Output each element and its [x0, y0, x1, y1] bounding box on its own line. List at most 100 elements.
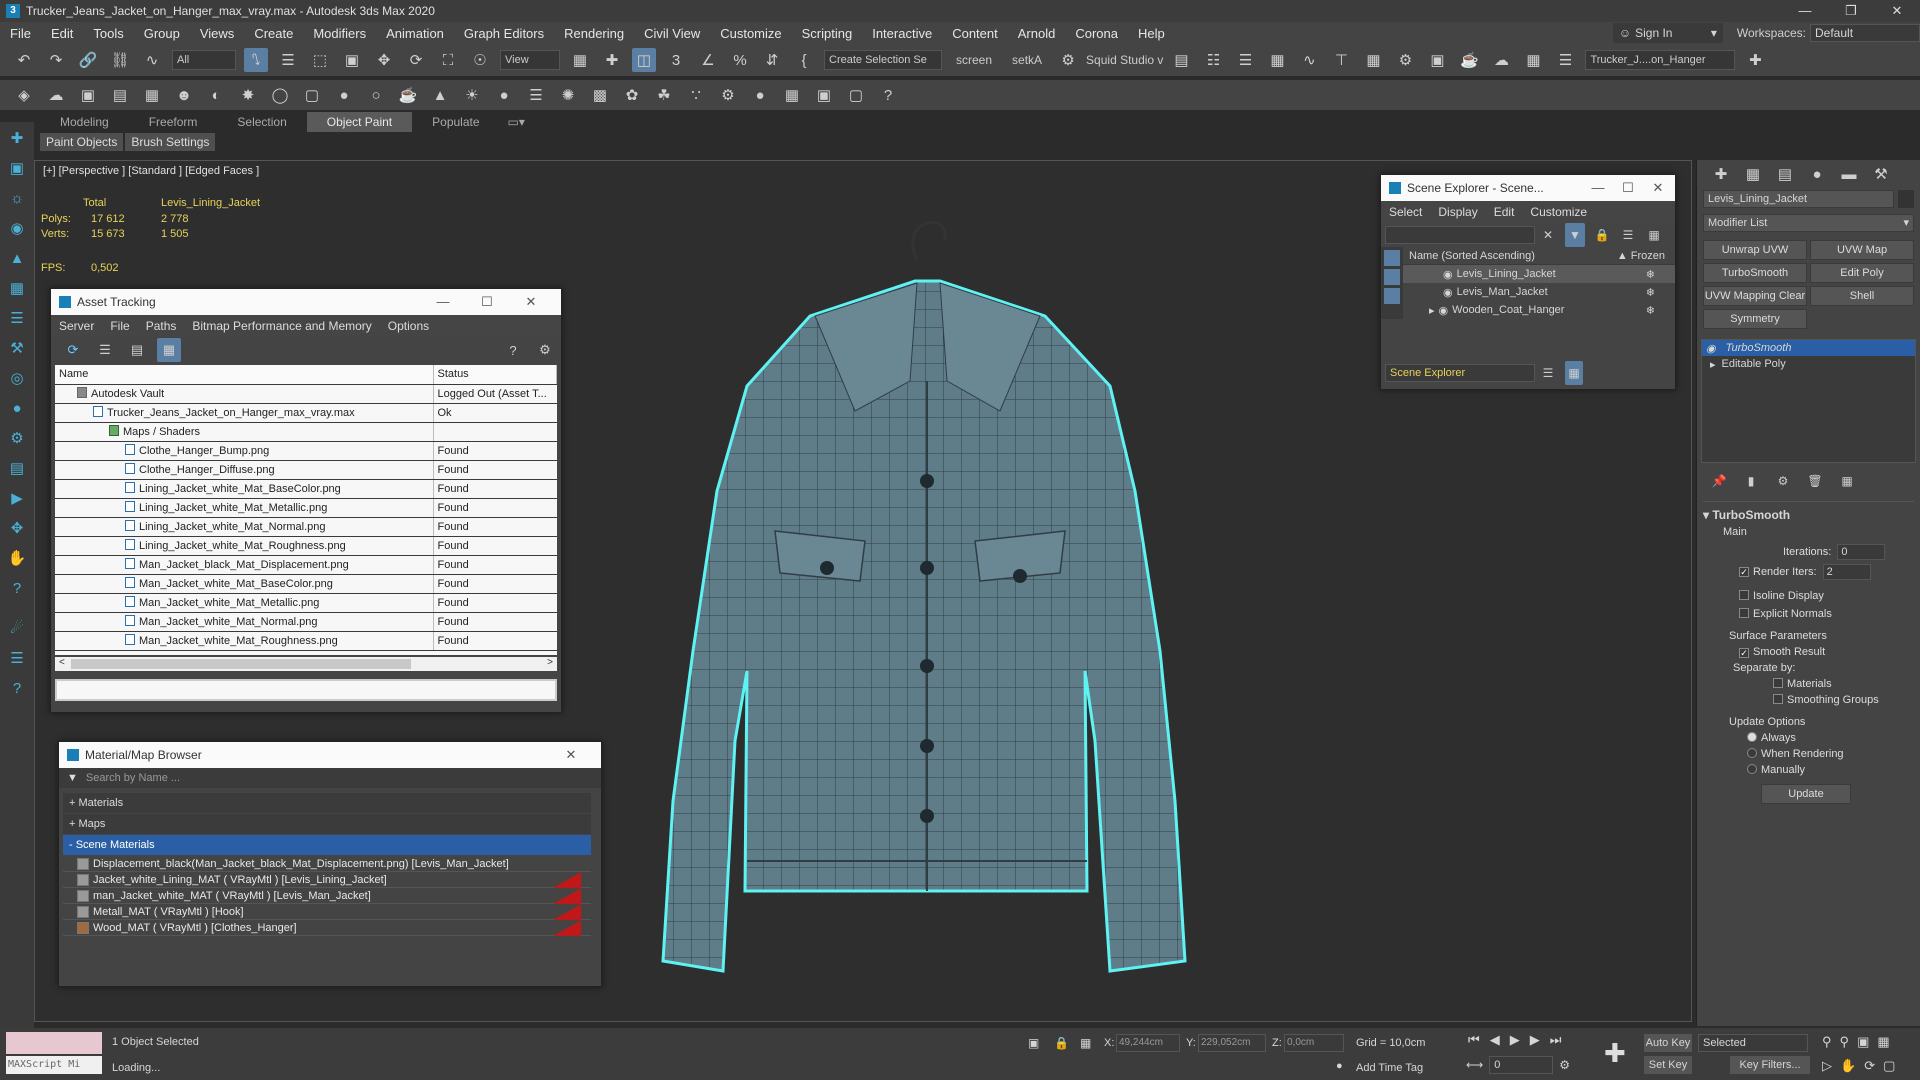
create-tab-icon[interactable]: ✚: [1709, 162, 1733, 186]
detail-view-icon[interactable]: ▤: [125, 338, 149, 362]
configure-sets-icon[interactable]: ▦: [1835, 469, 1859, 493]
squid-icon[interactable]: ⚙: [1056, 48, 1080, 72]
ribbon-options-icon[interactable]: ▭▾: [500, 112, 533, 132]
zoom-extents-all-icon[interactable]: ▦: [1877, 1034, 1889, 1050]
utility-icon[interactable]: ⚙: [4, 426, 30, 452]
material-item[interactable]: Jacket_white_Lining_MAT ( VRayMtl ) [Lev…: [63, 872, 591, 888]
remove-modifier-icon[interactable]: 🗑: [1803, 469, 1827, 493]
redo-icon[interactable]: ↷: [44, 48, 68, 72]
asset-path-field[interactable]: [55, 679, 557, 701]
section-materials[interactable]: + Materials: [63, 793, 591, 813]
layers-icon[interactable]: ☰: [4, 646, 30, 672]
key-filters-button[interactable]: Key Filters...: [1730, 1056, 1810, 1074]
restore-icon[interactable]: ❐: [1828, 0, 1874, 22]
table-row[interactable]: Clothe_Hanger_Diffuse.png Found: [55, 460, 557, 480]
lock-selection-icon[interactable]: 🔒: [1054, 1036, 1069, 1050]
menu-server[interactable]: Server: [51, 319, 102, 333]
clipper-icon[interactable]: ⚙: [716, 83, 740, 107]
frozen-icon[interactable]: ❄: [1646, 304, 1655, 317]
table-row[interactable]: Trucker_Jeans_Jacket_on_Hanger_max_vray.…: [55, 403, 557, 423]
scene-item-levis-man-jacket[interactable]: ◉ Levis_Man_Jacket ❄: [1403, 283, 1675, 301]
render-cloud-icon[interactable]: ☁: [1489, 48, 1513, 72]
unwrap-uvw-button[interactable]: Unwrap UVW: [1703, 240, 1807, 260]
hierarchy-tab-icon[interactable]: ▤: [1773, 162, 1797, 186]
display-all-icon[interactable]: [1384, 269, 1400, 285]
list-view-icon[interactable]: ☰: [93, 338, 117, 362]
mesh-light-icon[interactable]: ◯: [268, 83, 292, 107]
close-icon[interactable]: ✕: [1874, 0, 1920, 22]
table-row[interactable]: Autodesk Vault Logged Out (Asset T...: [55, 384, 557, 404]
smoothing-groups-row[interactable]: Smoothing Groups: [1703, 694, 1914, 706]
menu-select[interactable]: Select: [1381, 205, 1430, 219]
rendered-frame-icon[interactable]: ▣: [1425, 48, 1449, 72]
ies-icon[interactable]: ✸: [236, 83, 260, 107]
chevron-down-icon[interactable]: ▼: [67, 772, 78, 784]
goto-start-icon[interactable]: ⏮: [1468, 1032, 1480, 1048]
curve-editor-icon[interactable]: ∿: [1297, 48, 1321, 72]
materials-row[interactable]: Materials: [1703, 678, 1914, 690]
align-icon[interactable]: ▤: [1169, 48, 1193, 72]
prev-frame-icon[interactable]: ◀: [1490, 1032, 1500, 1048]
smoothing-groups-checkbox[interactable]: [1773, 694, 1783, 704]
select-by-name-icon[interactable]: ☰: [276, 48, 300, 72]
maxscript-mini[interactable]: MAXScript Mi: [6, 1056, 102, 1074]
swatch-icon[interactable]: ▣: [812, 83, 836, 107]
always-row[interactable]: Always: [1703, 732, 1914, 744]
menu-options[interactable]: Options: [380, 319, 437, 333]
update-button[interactable]: Update: [1761, 784, 1851, 804]
edit-named-sets-icon[interactable]: {: [792, 48, 816, 72]
edit-poly-button[interactable]: Edit Poly: [1810, 263, 1914, 283]
schematic-view-icon[interactable]: ⊤: [1329, 48, 1353, 72]
object-color-swatch[interactable]: [1898, 190, 1914, 208]
play-icon[interactable]: ▶: [1510, 1032, 1520, 1048]
absolute-mode-icon[interactable]: ▦: [1080, 1036, 1091, 1050]
create-icon[interactable]: ✚: [4, 126, 30, 152]
layer-explorer-icon[interactable]: ☰: [1233, 48, 1257, 72]
menu-help[interactable]: Help: [1128, 26, 1175, 41]
render-icon[interactable]: ☕: [1457, 48, 1481, 72]
vray-cloud-icon[interactable]: ☁: [44, 83, 68, 107]
help-circle-icon[interactable]: ?: [4, 676, 30, 702]
table-row[interactable]: Man_Jacket_white_Mat_Metallic.png Found: [55, 593, 557, 613]
manually-radio[interactable]: [1747, 764, 1757, 774]
table-row[interactable]: Maps / Shaders: [55, 422, 557, 442]
table-row[interactable]: Man_Jacket_white_Mat_Roughness.png Found: [55, 631, 557, 651]
rotate-icon[interactable]: ⟳: [404, 48, 428, 72]
plant-icon[interactable]: ☘: [652, 83, 676, 107]
manipulate-icon[interactable]: ✚: [600, 48, 624, 72]
key-mode-icon[interactable]: ⟷: [1466, 1058, 1483, 1072]
zoom-extents-icon[interactable]: ▣: [1857, 1034, 1869, 1050]
project-icon[interactable]: ☰: [1553, 48, 1577, 72]
spacewarp-icon[interactable]: ▦: [4, 276, 30, 302]
cone-icon[interactable]: ▲: [428, 83, 452, 107]
scroll-right-icon[interactable]: >: [547, 657, 553, 668]
scroll-left-icon[interactable]: <: [59, 657, 65, 668]
grid-icon[interactable]: ▦: [140, 83, 164, 107]
percent-snap-icon[interactable]: %: [728, 48, 752, 72]
select-object-icon[interactable]: ⭛: [244, 48, 268, 72]
pin-stack-icon[interactable]: 📌: [1707, 469, 1731, 493]
close-icon[interactable]: ✕: [509, 289, 553, 315]
rollout-title[interactable]: ▾ TurboSmooth: [1703, 508, 1914, 522]
a360-icon[interactable]: ▦: [1521, 48, 1545, 72]
undo-icon[interactable]: ↶: [12, 48, 36, 72]
menu-file[interactable]: File: [0, 26, 41, 41]
table-row[interactable]: Man_Jacket_white_Mat_Normal.png Found: [55, 612, 557, 632]
auto-key-button[interactable]: Auto Key: [1644, 1034, 1692, 1052]
display-tab-icon[interactable]: ▬: [1837, 162, 1861, 186]
column-name-sorted[interactable]: Name (Sorted Ascending): [1409, 250, 1535, 262]
menu-corona[interactable]: Corona: [1065, 26, 1128, 41]
table-row[interactable]: Man_Jacket_black_Mat_Displacement.png Fou…: [55, 555, 557, 575]
tab-object-paint[interactable]: Object Paint: [306, 112, 413, 132]
menu-modifiers[interactable]: Modifiers: [303, 26, 376, 41]
close-icon[interactable]: ✕: [549, 742, 593, 768]
isolate-icon[interactable]: ▣: [1028, 1036, 1039, 1050]
window-crossing-icon[interactable]: ▣: [340, 48, 364, 72]
paint-objects-button[interactable]: Paint Objects: [40, 133, 124, 151]
manually-row[interactable]: Manually: [1703, 764, 1914, 776]
menu-animation[interactable]: Animation: [376, 26, 454, 41]
modify-tab-icon[interactable]: ▦: [1741, 162, 1765, 186]
next-frame-icon[interactable]: ▶: [1530, 1032, 1540, 1048]
shell-button[interactable]: Shell: [1810, 286, 1914, 306]
horizontal-scrollbar[interactable]: < >: [55, 657, 557, 671]
